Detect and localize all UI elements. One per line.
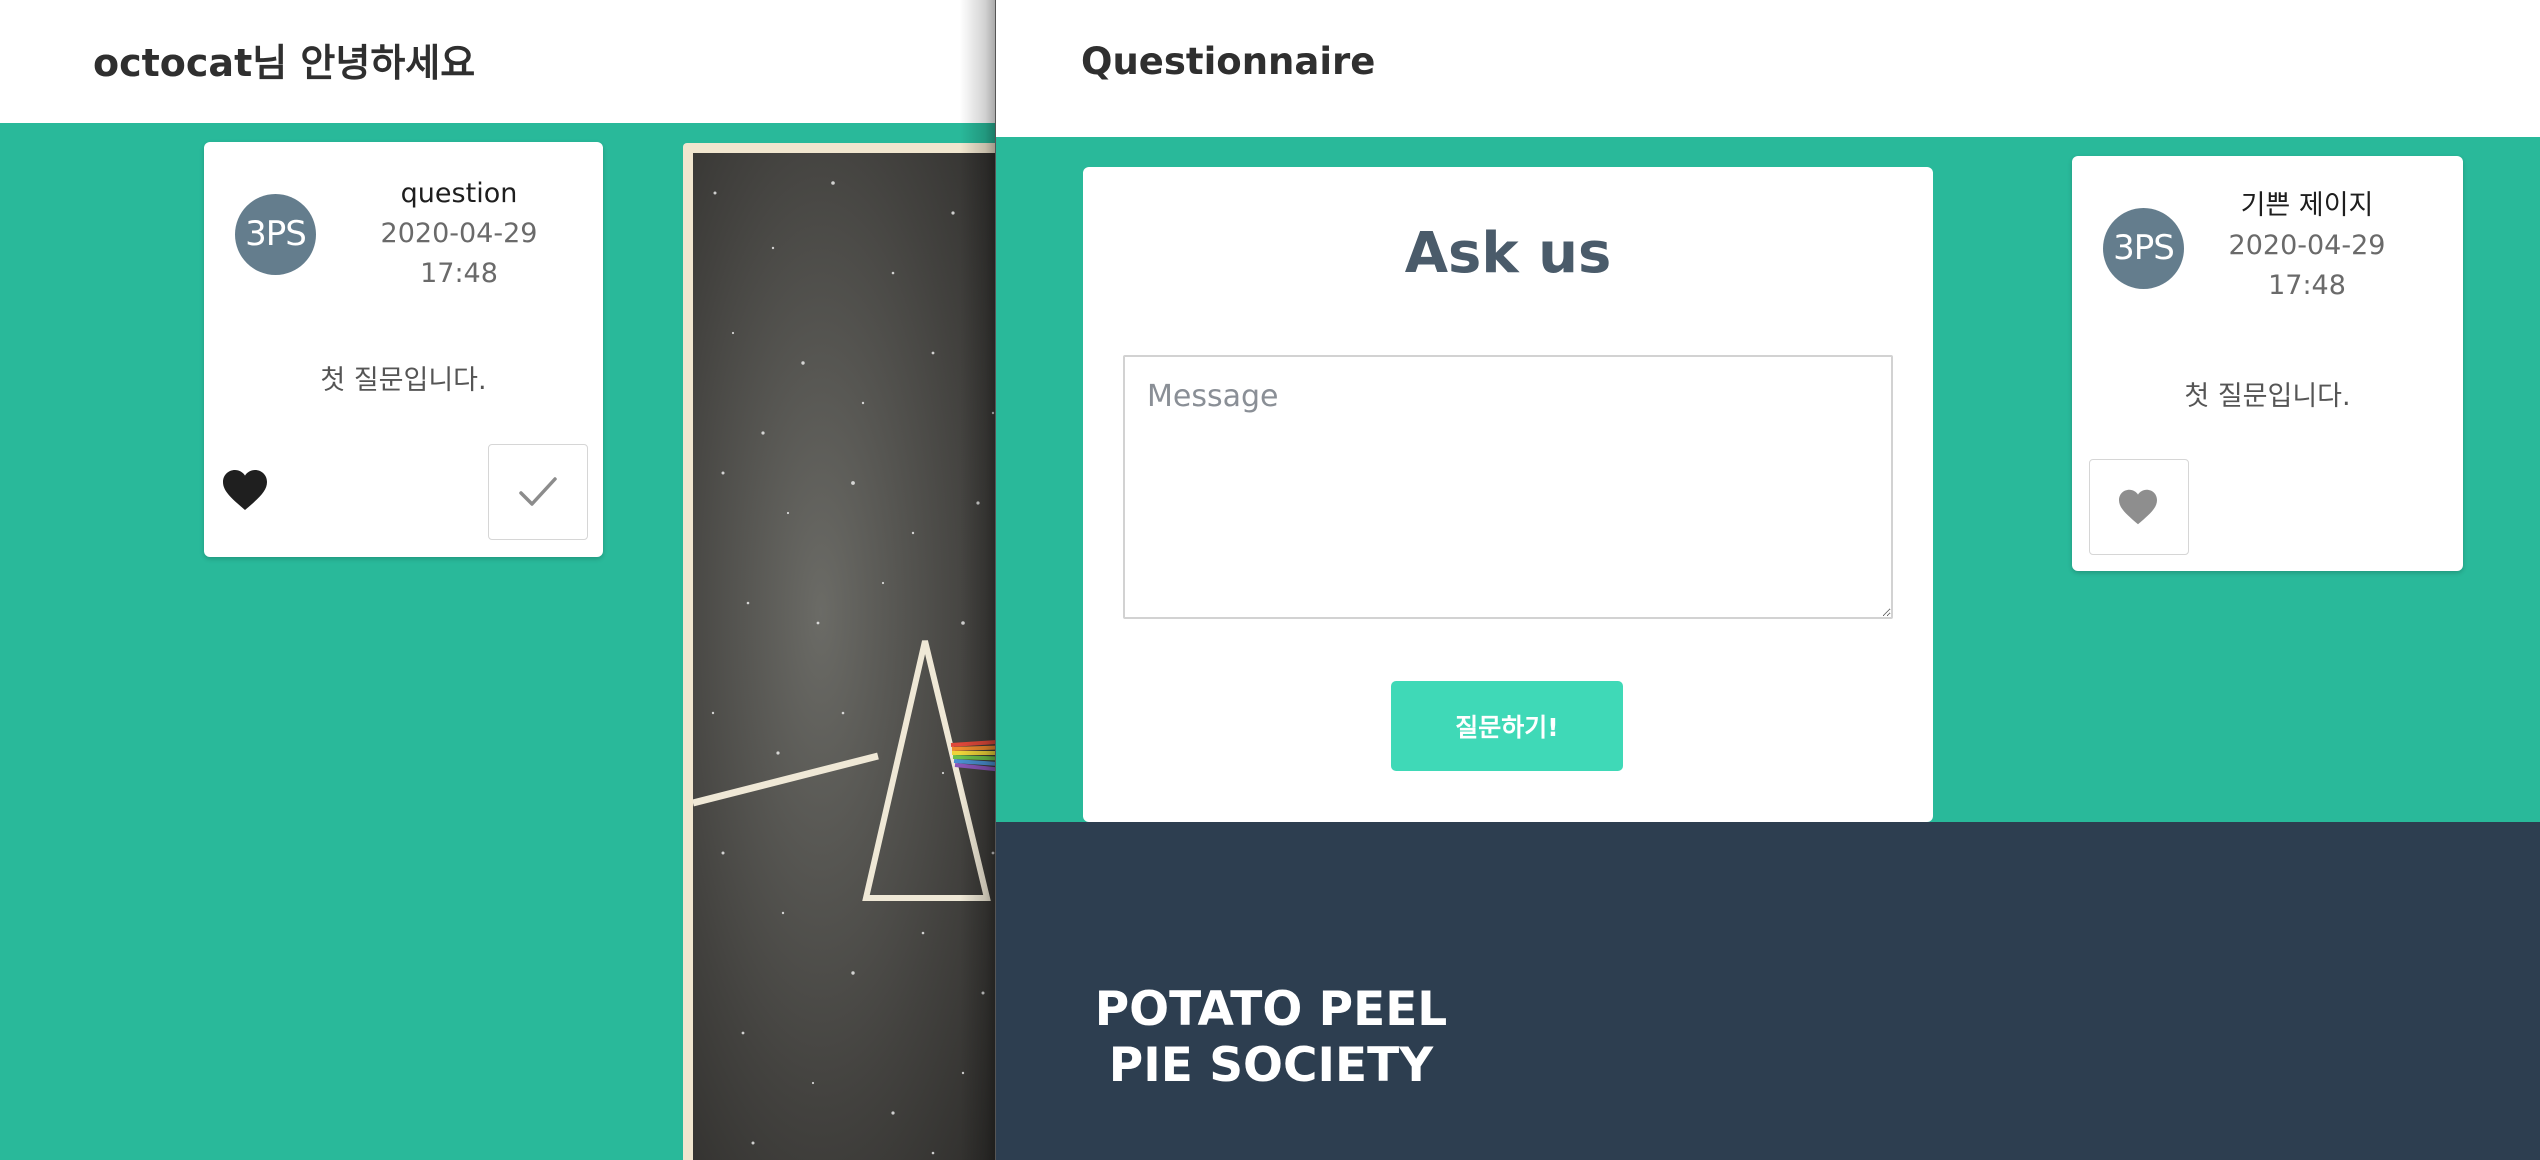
left-header: octocat님 안녕하세요: [0, 0, 995, 123]
card-meta: 기쁜 제이지 2020-04-29 17:48: [2192, 186, 2422, 306]
greeting-title: octocat님 안녕하세요: [93, 41, 476, 85]
footer-brand: POTATO PEEL PIE SOCIETY: [1086, 982, 1456, 1094]
screen: octocat님 안녕하세요 3PS question 2020-04-29 1…: [0, 0, 2540, 1160]
left-window: octocat님 안녕하세요 3PS question 2020-04-29 1…: [0, 0, 995, 1160]
right-window: Questionnaire Ask us 질문하기! 3PS 기쁜 제이지 20…: [995, 0, 2540, 1160]
check-button[interactable]: [488, 444, 588, 540]
card-time: 17:48: [2268, 270, 2346, 301]
avatar: 3PS: [235, 194, 316, 275]
submit-question-button[interactable]: 질문하기!: [1391, 681, 1623, 771]
card-time: 17:48: [420, 258, 498, 289]
question-card: 3PS question 2020-04-29 17:48 첫 질문입니다.: [204, 142, 603, 557]
card-date: 2020-04-29: [2228, 230, 2386, 261]
card-title: question: [400, 178, 518, 209]
heart-icon: [2119, 489, 2157, 525]
page-title: Questionnaire: [1081, 40, 1376, 83]
brand-line-2: PIE SOCIETY: [1108, 1038, 1434, 1093]
album-poster: [683, 143, 995, 1160]
question-card: 3PS 기쁜 제이지 2020-04-29 17:48 첫 질문입니다.: [2072, 156, 2463, 571]
prism-album-art: [693, 153, 995, 1160]
card-meta: question 2020-04-29 17:48: [344, 174, 574, 294]
check-icon: [519, 477, 557, 506]
avatar: 3PS: [2103, 208, 2184, 289]
heart-icon[interactable]: [221, 468, 273, 518]
ask-heading: Ask us: [1404, 221, 1612, 286]
right-header: Questionnaire: [996, 0, 2540, 137]
ask-form-card: Ask us 질문하기!: [1083, 167, 1933, 822]
card-body: 첫 질문입니다.: [320, 365, 487, 396]
footer: POTATO PEEL PIE SOCIETY: [996, 822, 2540, 1160]
card-title: 기쁜 제이지: [2240, 190, 2374, 221]
brand-line-1: POTATO PEEL: [1094, 982, 1448, 1037]
card-date: 2020-04-29: [380, 218, 538, 249]
message-field[interactable]: [1123, 355, 1893, 619]
like-button[interactable]: [2089, 459, 2189, 555]
card-body: 첫 질문입니다.: [2184, 381, 2351, 412]
